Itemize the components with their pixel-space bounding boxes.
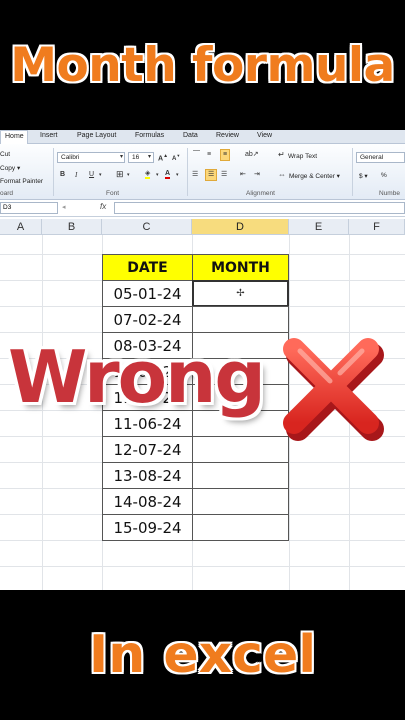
tab-view[interactable]: View — [257, 132, 272, 139]
font-color-dropdown-icon[interactable]: ▾ — [176, 170, 179, 180]
month-cell-active[interactable]: ✢ — [192, 280, 289, 307]
decrease-indent-icon[interactable]: ⇤ — [240, 170, 246, 180]
grow-font-icon[interactable]: A▲ — [158, 151, 168, 164]
shrink-font-icon[interactable]: A▼ — [172, 151, 180, 164]
align-top-icon[interactable]: ⎺ — [193, 150, 200, 160]
borders-icon[interactable]: ⊞ — [116, 169, 124, 179]
increase-indent-icon[interactable]: ⇥ — [254, 170, 260, 180]
wrong-overlay-text: Wrong — [8, 335, 266, 419]
number-format-select[interactable]: General — [356, 152, 405, 163]
align-center-icon[interactable]: ☰ — [205, 169, 218, 181]
column-header-c[interactable]: C — [102, 219, 192, 235]
date-cell[interactable]: 14-08-24 — [102, 488, 193, 515]
grid-line — [0, 566, 405, 567]
ribbon-separator — [53, 148, 54, 196]
top-banner-title: Month formula — [10, 37, 395, 93]
bottom-banner-title: In excel — [88, 625, 317, 685]
underline-dropdown-icon[interactable]: ▾ — [99, 170, 102, 180]
date-cell[interactable]: 13-08-24 — [102, 462, 193, 489]
month-cell[interactable] — [192, 462, 289, 489]
merge-center-icon[interactable]: ⇔ — [278, 170, 286, 180]
fx-icon[interactable]: fx — [100, 202, 106, 211]
month-cell[interactable] — [192, 436, 289, 463]
month-header-cell[interactable]: MONTH — [192, 254, 289, 281]
bold-icon[interactable]: B — [60, 170, 65, 180]
formula-bar: D3 ◂ fx — [0, 200, 405, 217]
date-cell[interactable]: 15-09-24 — [102, 514, 193, 541]
top-banner: Month formula — [0, 0, 405, 130]
borders-dropdown-icon[interactable]: ▾ — [127, 170, 130, 180]
align-left-icon[interactable]: ☰ — [192, 170, 198, 180]
font-name-select[interactable]: Calibri — [57, 152, 125, 163]
name-box-dropdown-icon[interactable]: ◂ — [62, 203, 66, 213]
cell-cursor-icon: ✢ — [236, 288, 245, 299]
fill-color-dropdown-icon[interactable]: ▾ — [156, 170, 159, 180]
underline-icon[interactable]: U — [89, 170, 94, 180]
copy-button[interactable]: Copy ▾ — [0, 164, 20, 172]
clipboard-group-label: oard — [0, 190, 14, 197]
number-group-label: Numbe — [379, 190, 400, 197]
red-x-icon — [283, 338, 384, 441]
font-color-icon[interactable]: A — [165, 169, 171, 179]
column-header-b[interactable]: B — [42, 219, 102, 235]
ribbon-tabs: Home Insert Page Layout Formulas Data Re… — [0, 130, 405, 144]
date-header-cell[interactable]: DATE — [102, 254, 193, 281]
align-right-icon[interactable]: ☰ — [221, 170, 227, 180]
wrap-text-icon[interactable]: ↵ — [278, 150, 285, 160]
percent-button[interactable]: % — [381, 172, 387, 179]
ribbon-separator — [187, 148, 188, 196]
align-bottom-icon[interactable]: ≡ — [220, 149, 231, 161]
cut-button[interactable]: Cut — [0, 151, 10, 158]
ribbon-separator — [352, 148, 353, 196]
italic-icon[interactable]: I — [75, 170, 77, 180]
column-header-e[interactable]: E — [289, 219, 349, 235]
name-box[interactable]: D3 — [0, 202, 58, 214]
date-cell[interactable]: 07-02-24 — [102, 306, 193, 333]
tab-home[interactable]: Home — [0, 130, 28, 144]
month-cell[interactable] — [192, 488, 289, 515]
month-cell[interactable] — [192, 306, 289, 333]
column-header-a[interactable]: A — [0, 219, 42, 235]
tab-review[interactable]: Review — [216, 132, 239, 139]
wrap-text-button[interactable]: Wrap Text — [288, 153, 317, 160]
tab-insert[interactable]: Insert — [40, 132, 58, 139]
currency-button[interactable]: $ ▾ — [359, 172, 368, 180]
column-header-d[interactable]: D — [192, 219, 289, 235]
date-cell[interactable]: 12-07-24 — [102, 436, 193, 463]
ribbon: Cut Copy ▾ Format Painter oard Calibri ▾… — [0, 144, 405, 200]
font-size-dropdown-icon[interactable]: ▾ — [148, 152, 151, 162]
orientation-icon[interactable]: ab↗ — [245, 150, 259, 160]
alignment-group-label: Alignment — [246, 190, 275, 197]
font-name-dropdown-icon[interactable]: ▾ — [120, 152, 123, 162]
bottom-banner: In excel — [0, 590, 405, 720]
tab-formulas[interactable]: Formulas — [135, 132, 164, 139]
column-header-f[interactable]: F — [349, 219, 405, 235]
tab-page-layout[interactable]: Page Layout — [77, 132, 116, 139]
merge-center-button[interactable]: Merge & Center ▾ — [289, 172, 340, 180]
date-cell[interactable]: 05-01-24 — [102, 280, 193, 307]
format-painter-button[interactable]: Format Painter — [0, 178, 43, 185]
align-middle-icon[interactable]: ≡ — [207, 150, 211, 160]
tab-data[interactable]: Data — [183, 132, 198, 139]
formula-input[interactable] — [114, 202, 405, 214]
fill-color-icon[interactable]: ◈ — [145, 169, 151, 179]
font-group-label: Font — [106, 190, 120, 197]
month-cell[interactable] — [192, 514, 289, 541]
